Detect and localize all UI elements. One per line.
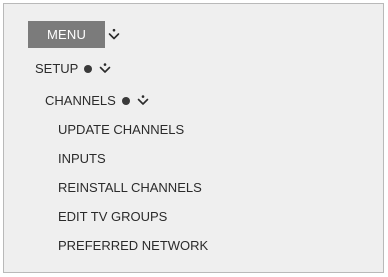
menu-item-update-channels[interactable]: UPDATE CHANNELS [58, 122, 184, 138]
menu-item-label: PREFERRED NETWORK [58, 238, 209, 253]
chevron-down-icon[interactable] [136, 95, 150, 107]
menu-item-preferred-network[interactable]: PREFERRED NETWORK [58, 238, 208, 254]
chevron-down-icon[interactable] [107, 28, 121, 42]
menu-button[interactable]: MENU [28, 21, 105, 48]
menu-item-channels[interactable]: CHANNELS [45, 93, 150, 109]
menu-item-inputs[interactable]: INPUTS [58, 151, 106, 167]
bullet-dot-icon [84, 65, 93, 73]
menu-item-reinstall-channels[interactable]: REINSTALL CHANNELS [58, 180, 202, 196]
menu-item-setup-label: SETUP [35, 61, 79, 76]
menu-button-label: MENU [46, 27, 87, 42]
menu-item-label: EDIT TV GROUPS [58, 209, 168, 224]
bullet-dot-icon [121, 97, 130, 105]
menu-panel: MENU SETUP CHANNELS UPDATE CHANNELS INPU… [3, 3, 384, 273]
menu-item-label: UPDATE CHANNELS [58, 122, 185, 137]
menu-item-edit-tv-groups[interactable]: EDIT TV GROUPS [58, 209, 167, 225]
menu-item-setup[interactable]: SETUP [35, 61, 112, 77]
menu-item-channels-label: CHANNELS [45, 93, 116, 108]
chevron-down-icon[interactable] [98, 63, 112, 75]
menu-item-label: REINSTALL CHANNELS [58, 180, 202, 195]
menu-item-label: INPUTS [58, 151, 106, 166]
